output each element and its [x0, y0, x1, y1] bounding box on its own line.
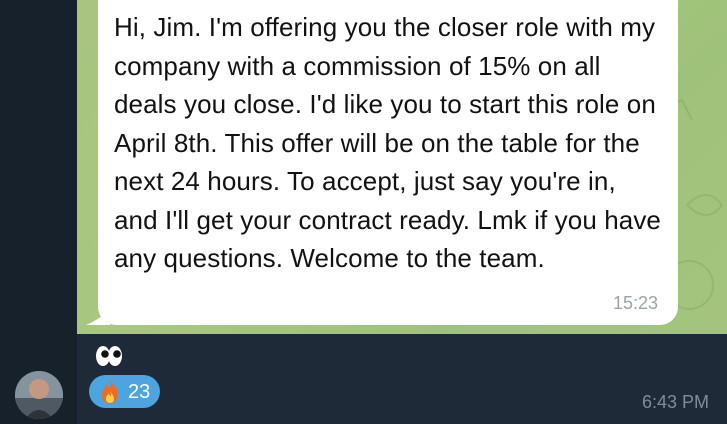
- message-bubble: Hi, Jim. I'm offering you the closer rol…: [98, 0, 678, 325]
- message-bubble-tail: [86, 309, 110, 325]
- message-text: Hi, Jim. I'm offering you the closer rol…: [114, 12, 661, 273]
- avatar-image: [15, 371, 63, 419]
- fire-icon: [102, 379, 119, 404]
- telegram-post-view: Hi, Jim. I'm offering you the closer rol…: [0, 0, 727, 424]
- eyes-icon: [96, 346, 122, 366]
- message-time: 15:23: [612, 293, 658, 313]
- reaction-chip[interactable]: 23: [89, 375, 160, 408]
- post-time: 6:43 PM: [641, 392, 709, 412]
- left-strip: [0, 0, 77, 424]
- reaction-count: 23: [128, 380, 151, 403]
- avatar[interactable]: [15, 371, 63, 419]
- post-area: [77, 334, 727, 424]
